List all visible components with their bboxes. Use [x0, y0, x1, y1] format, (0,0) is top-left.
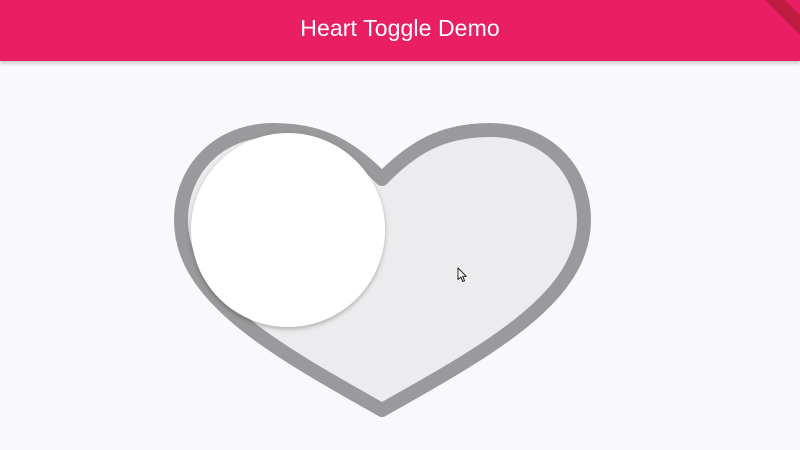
mouse-cursor-icon	[457, 267, 467, 282]
main-content	[0, 61, 800, 450]
app-bar-title: Heart Toggle Demo	[300, 15, 500, 41]
app-window: Heart Toggle Demo	[0, 0, 800, 450]
heart-toggle[interactable]	[0, 61, 800, 450]
toggle-thumb[interactable]	[191, 133, 385, 327]
debug-banner	[760, 0, 800, 40]
app-bar: Heart Toggle Demo	[0, 0, 800, 61]
